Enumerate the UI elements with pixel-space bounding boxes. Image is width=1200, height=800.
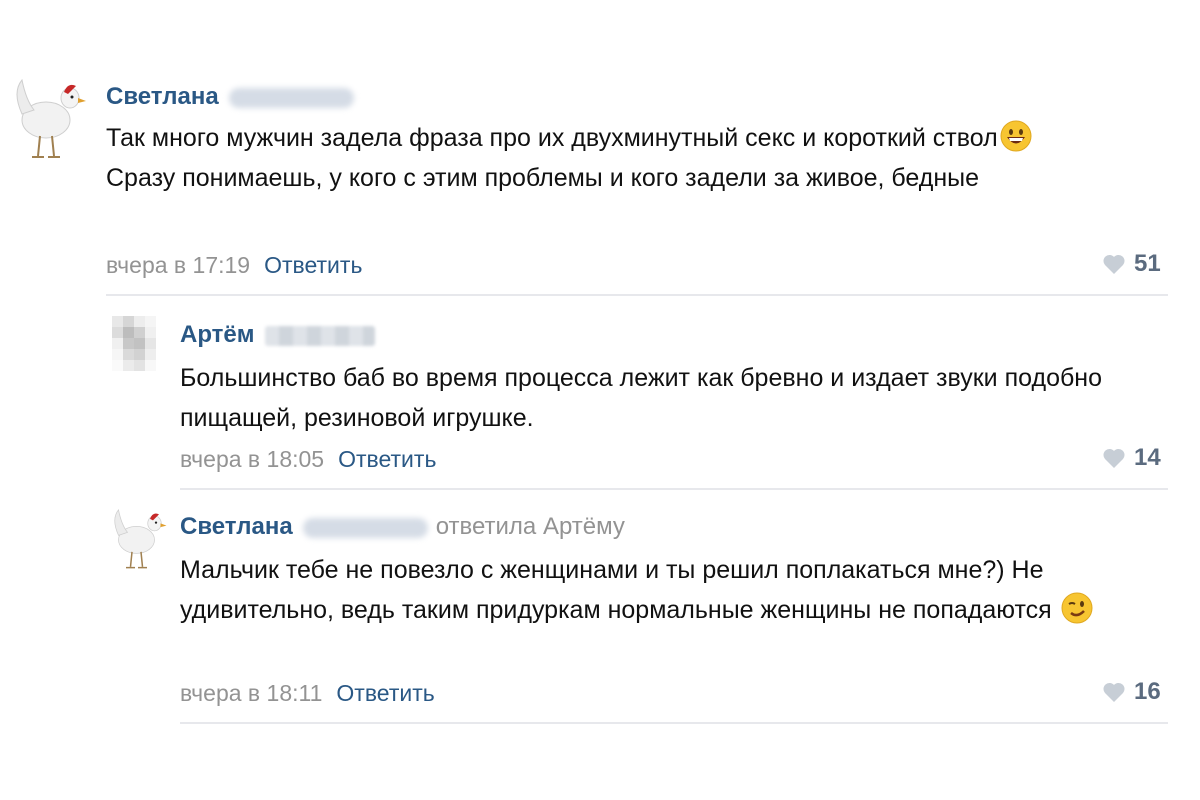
reply-button[interactable]: Ответить bbox=[264, 252, 362, 278]
blurred-surname bbox=[302, 517, 428, 538]
comment-meta: вчера в 18:11 Ответить bbox=[180, 678, 435, 708]
heart-icon bbox=[1103, 448, 1125, 468]
comment-header: Артём bbox=[180, 320, 375, 350]
comment-date[interactable]: вчера в 18:11 bbox=[180, 680, 322, 706]
grinning-emoji-icon bbox=[1000, 120, 1032, 152]
author-name[interactable]: Артём bbox=[180, 321, 255, 348]
comment-text-body: Мальчик тебе не повезло с женщинами и ты… bbox=[180, 556, 1052, 624]
comment-header: Светлана bbox=[106, 82, 354, 112]
reply-button[interactable]: Ответить bbox=[338, 446, 436, 472]
pixelated-avatar[interactable] bbox=[112, 316, 156, 371]
like-count: 16 bbox=[1134, 678, 1161, 705]
comment-text: Так много мужчин задела фраза про их дву… bbox=[106, 118, 1106, 198]
comment-date[interactable]: вчера в 17:19 bbox=[106, 252, 250, 278]
divider bbox=[180, 488, 1168, 490]
comment-text-part-1: Так много мужчин задела фраза про их дву… bbox=[106, 124, 998, 152]
divider bbox=[180, 722, 1168, 724]
chicken-avatar[interactable] bbox=[8, 70, 88, 165]
comment-text: Большинство баб во время процесса лежит … bbox=[180, 364, 1102, 432]
heart-icon bbox=[1103, 254, 1125, 274]
like-count: 14 bbox=[1134, 444, 1161, 471]
comment-meta: вчера в 18:05 Ответить bbox=[180, 444, 436, 474]
comment-meta: вчера в 17:19 Ответить bbox=[106, 250, 362, 280]
reply-button[interactable]: Ответить bbox=[336, 680, 434, 706]
reply-to-label[interactable]: ответила Артёму bbox=[436, 513, 625, 540]
author-name[interactable]: Светлана bbox=[106, 83, 219, 110]
like-count: 51 bbox=[1134, 250, 1161, 277]
comment-text: Мальчик тебе не повезло с женщинами и ты… bbox=[180, 550, 1170, 630]
like-button[interactable]: 16 bbox=[1102, 677, 1161, 707]
like-button[interactable]: 14 bbox=[1102, 443, 1161, 473]
author-name[interactable]: Светлана bbox=[180, 513, 293, 540]
like-button[interactable]: 51 bbox=[1102, 249, 1161, 279]
winking-emoji-icon bbox=[1061, 592, 1093, 624]
comment-date[interactable]: вчера в 18:05 bbox=[180, 446, 324, 472]
blurred-surname bbox=[228, 87, 354, 108]
comment-header: Светлана ответила Артёму bbox=[180, 512, 625, 542]
heart-icon bbox=[1103, 682, 1125, 702]
blurred-surname bbox=[264, 325, 375, 346]
chicken-avatar[interactable] bbox=[108, 502, 168, 574]
divider bbox=[106, 294, 1168, 296]
comment-text-part-2: Сразу понимаешь, у кого с этим проблемы … bbox=[106, 164, 980, 192]
